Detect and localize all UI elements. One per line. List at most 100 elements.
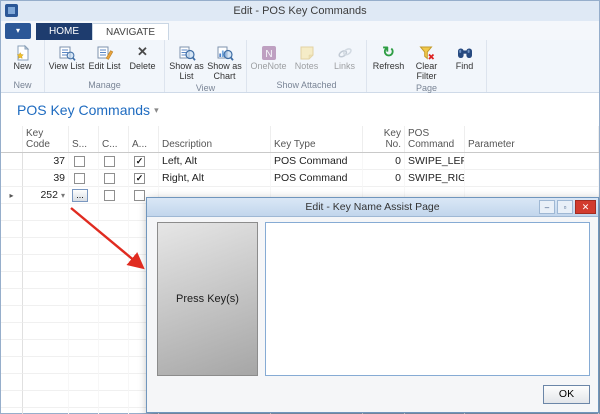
show-as-chart-button[interactable]: Show as Chart: [206, 42, 243, 82]
tab-navigate[interactable]: NAVIGATE: [92, 23, 169, 40]
checkbox[interactable]: [134, 190, 145, 201]
empty-row-selector: [1, 374, 23, 391]
empty-cell: [23, 408, 69, 414]
header-parameter[interactable]: Parameter: [465, 126, 599, 152]
empty-row-selector: [1, 408, 23, 414]
cell-pos-command[interactable]: SWIPE_LEFT: [405, 153, 465, 170]
header-shift[interactable]: S...: [69, 126, 99, 152]
checkbox[interactable]: [74, 156, 85, 167]
find-icon: [456, 43, 474, 62]
press-keys-label: Press Key(s): [176, 293, 239, 305]
cell-pos-command[interactable]: SWIPE_RIGHT: [405, 170, 465, 187]
svg-text:N: N: [265, 49, 272, 60]
cell-shift[interactable]: [69, 170, 99, 187]
page-title[interactable]: POS Key Commands▾: [1, 94, 599, 118]
checkbox[interactable]: ✓: [134, 156, 145, 167]
minimize-button[interactable]: –: [539, 200, 555, 214]
cell-ctrl[interactable]: [99, 153, 129, 170]
new-button[interactable]: New: [4, 42, 41, 72]
empty-cell: [69, 272, 99, 289]
header-key-code[interactable]: Key Code: [23, 126, 69, 152]
maximize-button[interactable]: ▫: [557, 200, 573, 214]
button-label: Edit List: [88, 62, 120, 72]
cell-alt[interactable]: ✓: [129, 153, 159, 170]
cell-parameter[interactable]: [465, 170, 599, 187]
empty-row-selector: [1, 221, 23, 238]
links-button[interactable]: Links: [326, 42, 363, 72]
cell-key-code[interactable]: 39: [23, 170, 69, 187]
cell-parameter[interactable]: [465, 153, 599, 170]
cell-description[interactable]: Right, Alt: [159, 170, 271, 187]
header-alt[interactable]: A...: [129, 126, 159, 152]
show-as-list-button[interactable]: Show as List: [168, 42, 205, 82]
cell-alt[interactable]: ✓: [129, 170, 159, 187]
cell-ctrl[interactable]: [99, 187, 129, 204]
press-keys-button[interactable]: Press Key(s): [157, 222, 258, 376]
cell-key-no[interactable]: 0: [363, 170, 405, 187]
refresh-button[interactable]: ↻ Refresh: [370, 42, 407, 72]
empty-cell: [23, 255, 69, 272]
button-label: New: [13, 62, 31, 72]
table-row[interactable]: 39 ✓ Right, AltPOS Command0SWIPE_RIGHT: [1, 170, 599, 187]
key-display-area[interactable]: [265, 222, 590, 376]
empty-row-selector: [1, 238, 23, 255]
close-button[interactable]: ✕: [575, 200, 596, 214]
dropdown-icon[interactable]: ▾: [58, 191, 65, 200]
ribbon-tab-row: ▾ HOME NAVIGATE: [1, 21, 599, 40]
maximize-icon: ▫: [564, 203, 567, 212]
empty-row-selector: [1, 357, 23, 374]
empty-cell: [23, 289, 69, 306]
view-list-button[interactable]: View List: [48, 42, 85, 72]
checkbox[interactable]: [74, 173, 85, 184]
cell-shift[interactable]: [69, 153, 99, 170]
assist-edit-button[interactable]: ...: [72, 189, 88, 202]
table-row[interactable]: 37 ✓ Left, AltPOS Command0SWIPE_LEFT: [1, 153, 599, 170]
empty-cell: [99, 391, 129, 408]
empty-cell: [23, 357, 69, 374]
tab-home[interactable]: HOME: [36, 23, 92, 40]
app-menu-button[interactable]: ▾: [5, 23, 31, 39]
checkbox[interactable]: [104, 190, 115, 201]
current-row-marker-icon: ▸: [9, 191, 13, 200]
checkbox[interactable]: ✓: [134, 173, 145, 184]
delete-button[interactable]: ✕ Delete: [124, 42, 161, 72]
empty-row-selector: [1, 323, 23, 340]
checkbox[interactable]: [104, 156, 115, 167]
button-label: Clear Filter: [408, 62, 445, 82]
cell-shift[interactable]: ...: [69, 187, 99, 204]
delete-icon: ✕: [137, 43, 148, 62]
empty-cell: [69, 408, 99, 414]
checkbox[interactable]: [104, 173, 115, 184]
cell-description[interactable]: Left, Alt: [159, 153, 271, 170]
cell-ctrl[interactable]: [99, 170, 129, 187]
notes-button[interactable]: Notes: [288, 42, 325, 72]
header-description[interactable]: Description: [159, 126, 271, 152]
row-selector[interactable]: [1, 153, 23, 170]
header-pos-command[interactable]: POS Command: [405, 126, 465, 152]
cell-key-code[interactable]: 37: [23, 153, 69, 170]
edit-list-button[interactable]: Edit List: [86, 42, 123, 72]
cell-key-code[interactable]: 252▾: [23, 187, 69, 204]
empty-cell: [69, 374, 99, 391]
button-label: Find: [456, 62, 474, 72]
button-label: View List: [49, 62, 85, 72]
app-icon: [5, 4, 18, 17]
clear-filter-button[interactable]: Clear Filter: [408, 42, 445, 82]
edit-list-icon: [96, 43, 114, 62]
find-button[interactable]: Find: [446, 42, 483, 72]
view-list-icon: [58, 43, 76, 62]
empty-cell: [23, 374, 69, 391]
row-selector[interactable]: ▸: [1, 187, 23, 204]
empty-cell: [23, 238, 69, 255]
header-ctrl[interactable]: C...: [99, 126, 129, 152]
cell-key-no[interactable]: 0: [363, 153, 405, 170]
header-key-type[interactable]: Key Type: [271, 126, 363, 152]
header-key-no[interactable]: Key No.: [363, 126, 405, 152]
cell-key-type[interactable]: POS Command: [271, 170, 363, 187]
onenote-button[interactable]: N OneNote: [250, 42, 287, 72]
ok-button[interactable]: OK: [543, 385, 590, 404]
empty-cell: [99, 323, 129, 340]
empty-cell: [69, 204, 99, 221]
cell-key-type[interactable]: POS Command: [271, 153, 363, 170]
row-selector[interactable]: [1, 170, 23, 187]
